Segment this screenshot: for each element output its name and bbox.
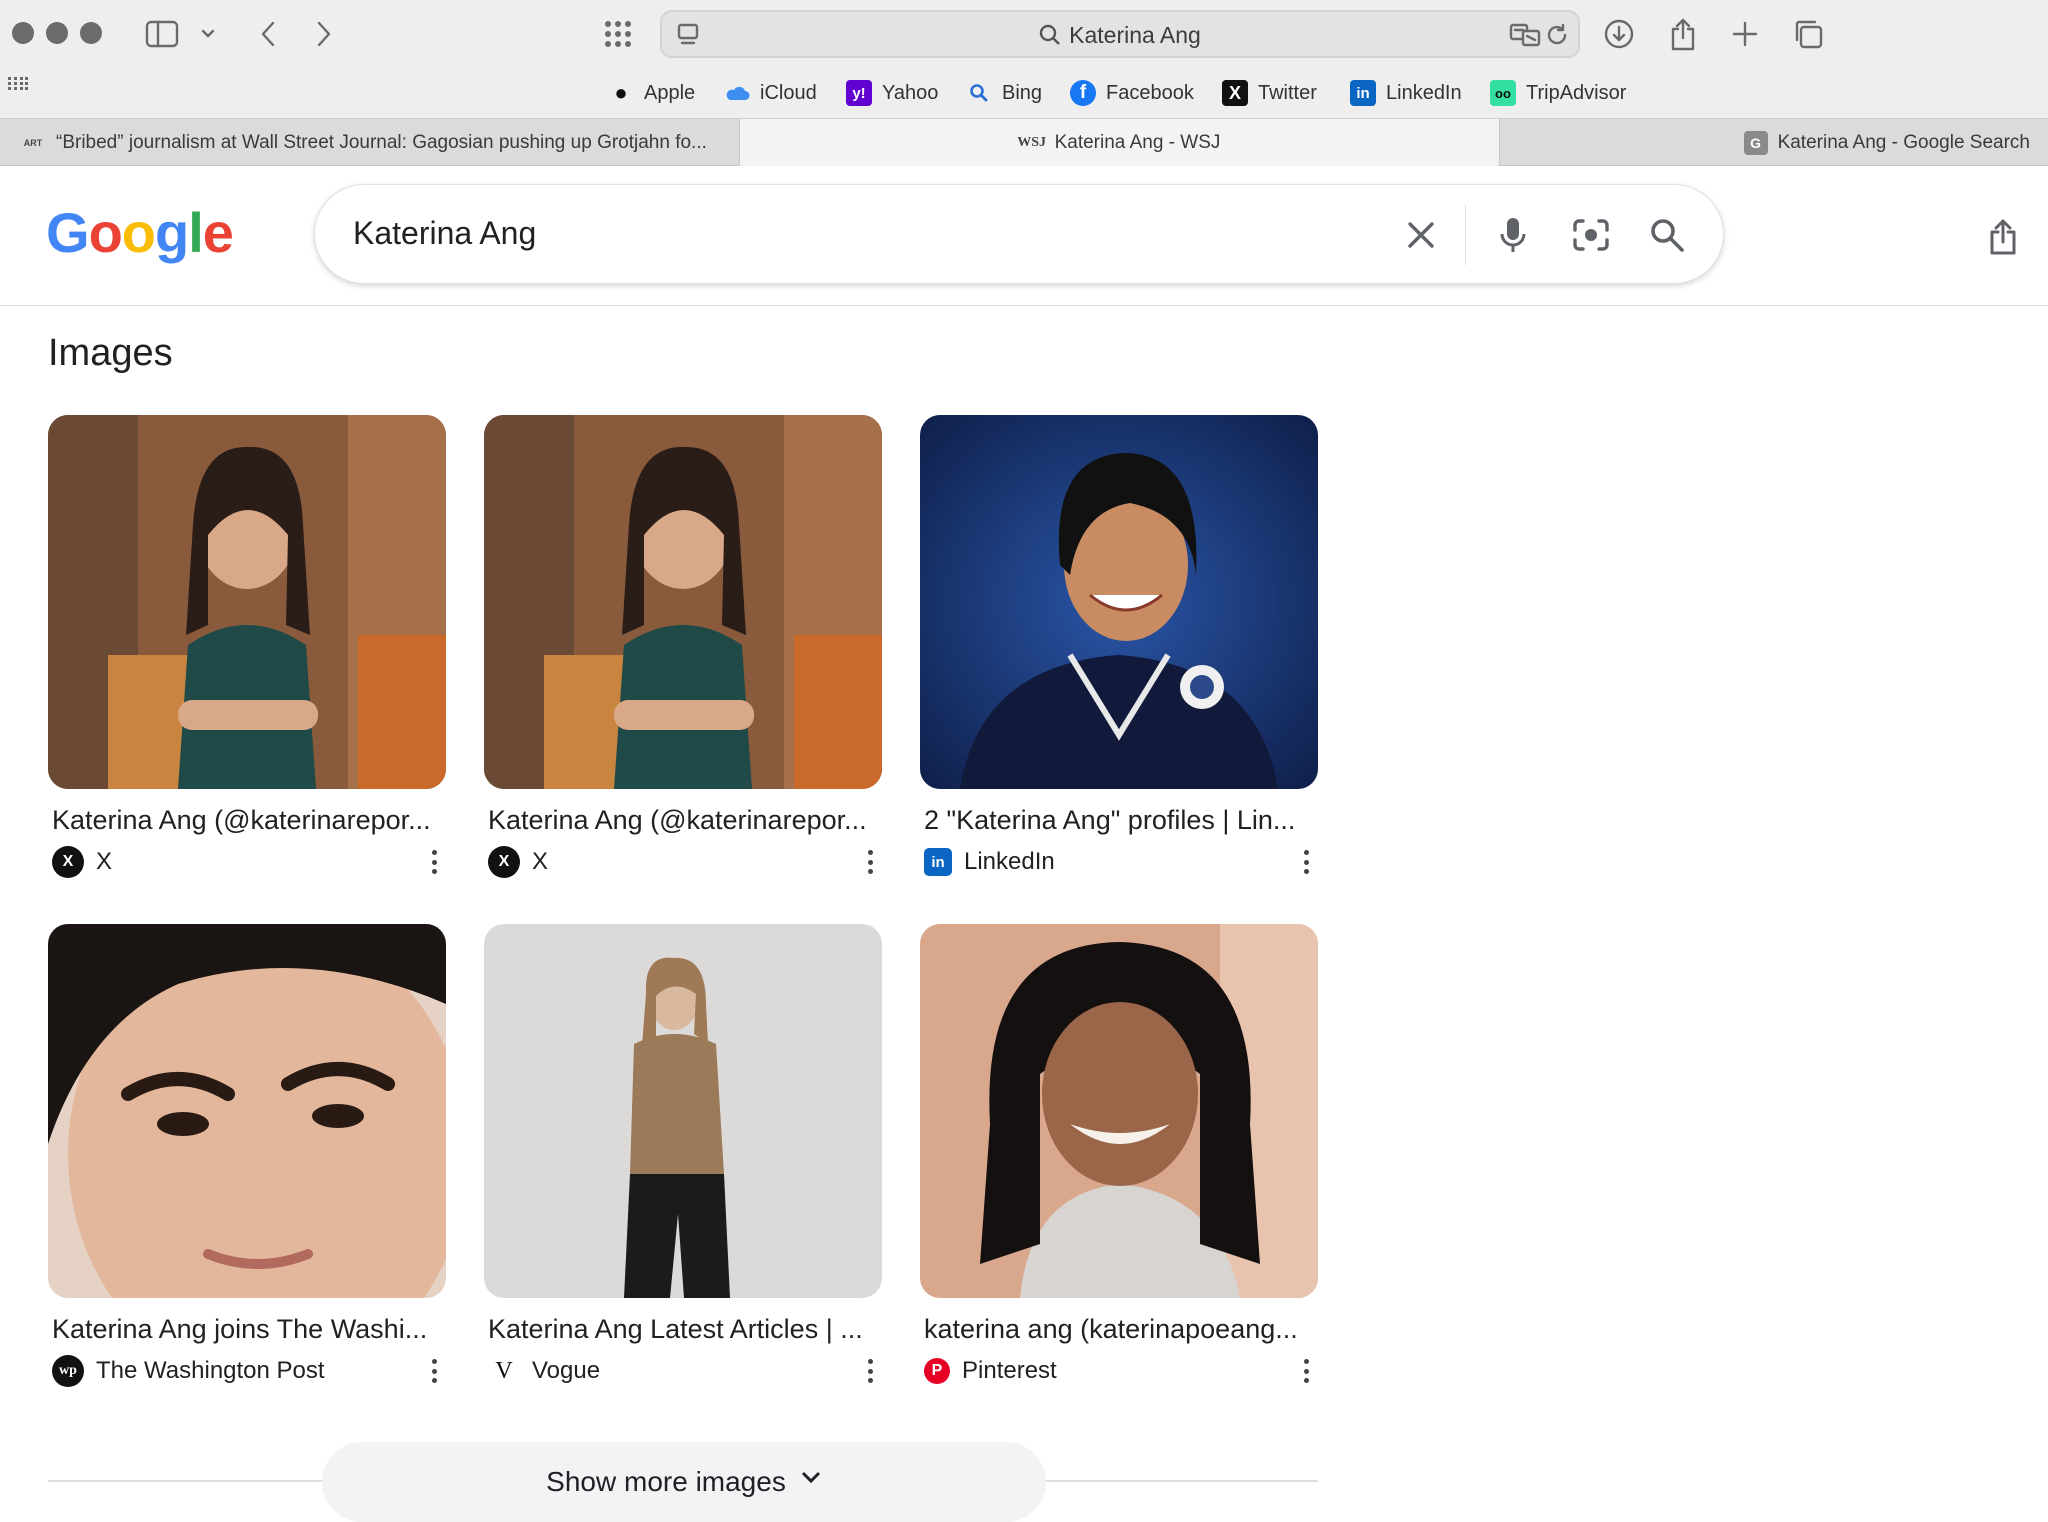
- image-result-card[interactable]: Katerina Ang joins The Washi... wp The W…: [48, 924, 446, 1387]
- more-options-icon[interactable]: [866, 850, 874, 874]
- bing-icon: [966, 80, 992, 106]
- more-options-icon[interactable]: [866, 1359, 874, 1383]
- facebook-icon: f: [1070, 80, 1096, 106]
- more-options-icon[interactable]: [430, 850, 438, 874]
- google-logo[interactable]: Google: [46, 200, 234, 265]
- tripadvisor-icon: oo: [1490, 80, 1516, 106]
- bookmark-yahoo[interactable]: y! Yahoo: [846, 79, 938, 107]
- zoom-window-button[interactable]: [80, 22, 102, 44]
- result-title[interactable]: Katerina Ang (@katerinarepor...: [48, 805, 442, 836]
- bookmark-linkedin[interactable]: in LinkedIn: [1350, 79, 1462, 107]
- washington-post-icon: wp: [52, 1355, 84, 1387]
- bookmark-icloud[interactable]: iCloud: [724, 79, 817, 107]
- sidebar-toggle-icon[interactable]: [142, 14, 182, 54]
- back-arrow-icon[interactable]: [250, 14, 286, 54]
- result-title[interactable]: Katerina Ang Latest Articles | ...: [484, 1314, 878, 1345]
- tab-google-search[interactable]: G Katerina Ang - Google Search: [1500, 119, 2048, 166]
- twitter-icon: X: [1222, 80, 1248, 106]
- search-box[interactable]: Katerina Ang: [314, 184, 1724, 284]
- result-source[interactable]: in LinkedIn: [920, 846, 1318, 878]
- x-icon: X: [52, 846, 84, 878]
- address-text: Katerina Ang: [662, 22, 1578, 49]
- clear-search-icon[interactable]: [1397, 211, 1445, 259]
- image-result-card[interactable]: Katerina Ang (@katerinarepor... X X: [48, 415, 446, 878]
- search-icon: [1039, 24, 1060, 45]
- search-input[interactable]: Katerina Ang: [353, 215, 536, 252]
- more-options-icon[interactable]: [1302, 850, 1310, 874]
- result-title[interactable]: katerina ang (katerinapoeang...: [920, 1314, 1314, 1345]
- favorites-bar: ● Apple iCloud y! Yahoo Bing f Facebook X Tw…: [0, 68, 2048, 118]
- logo-letter: e: [202, 201, 234, 264]
- bookmark-facebook[interactable]: f Facebook: [1070, 79, 1194, 107]
- image-result-card[interactable]: katerina ang (katerinapoeang... P Pinter…: [920, 924, 1318, 1387]
- microphone-icon[interactable]: [1489, 211, 1537, 259]
- google-favicon-icon: G: [1743, 130, 1768, 155]
- tab-favicon-icon: ART: [23, 137, 43, 148]
- tab-bar: ART “Bribed” journalism at Wall Street Jo…: [0, 118, 2048, 166]
- result-thumbnail[interactable]: [48, 924, 446, 1298]
- yahoo-icon: y!: [846, 80, 872, 106]
- reload-icon[interactable]: [1542, 15, 1572, 55]
- linkedin-icon: in: [1350, 80, 1376, 106]
- result-source[interactable]: wp The Washington Post: [48, 1355, 446, 1387]
- bookmark-twitter[interactable]: X Twitter: [1222, 79, 1317, 107]
- logo-letter: o: [121, 201, 156, 264]
- image-result-card[interactable]: Katerina Ang (@katerinarepor... X X: [484, 415, 882, 878]
- logo-letter: g: [155, 201, 189, 264]
- more-options-icon[interactable]: [430, 1359, 438, 1383]
- result-source[interactable]: P Pinterest: [920, 1355, 1318, 1387]
- result-source[interactable]: V Vogue: [484, 1355, 882, 1387]
- images-section-title: Images: [48, 332, 173, 374]
- result-source[interactable]: X X: [484, 846, 882, 878]
- google-header: Google Katerina Ang: [0, 166, 2048, 306]
- result-title[interactable]: Katerina Ang (@katerinarepor...: [484, 805, 878, 836]
- bookmark-tripadvisor[interactable]: oo TripAdvisor: [1490, 79, 1626, 107]
- logo-letter: o: [88, 201, 123, 264]
- camera-lens-icon[interactable]: [1567, 211, 1615, 259]
- download-icon[interactable]: [1598, 14, 1640, 54]
- more-options-icon[interactable]: [1302, 1359, 1310, 1383]
- result-thumbnail[interactable]: [484, 415, 882, 789]
- show-more-images-button[interactable]: Show more images: [322, 1442, 1046, 1522]
- new-tab-icon[interactable]: [1724, 14, 1766, 54]
- logo-letter: l: [188, 201, 204, 264]
- result-thumbnail[interactable]: [484, 924, 882, 1298]
- pinterest-icon: P: [924, 1358, 950, 1384]
- translate-icon[interactable]: [1508, 15, 1542, 55]
- icloud-icon: [724, 80, 750, 106]
- share-results-icon[interactable]: [1980, 214, 2026, 260]
- apple-icon: ●: [614, 80, 628, 105]
- image-result-card[interactable]: Katerina Ang Latest Articles | ... V Vog…: [484, 924, 882, 1387]
- logo-letter: G: [46, 201, 90, 264]
- minimize-window-button[interactable]: [46, 22, 68, 44]
- result-title[interactable]: 2 "Katerina Ang" profiles | Lin...: [920, 805, 1314, 836]
- close-window-button[interactable]: [12, 22, 34, 44]
- image-result-card[interactable]: 2 "Katerina Ang" profiles | Lin... in Li…: [920, 415, 1318, 878]
- forward-arrow-icon[interactable]: [306, 14, 342, 54]
- x-icon: X: [488, 846, 520, 878]
- vogue-icon: V: [488, 1355, 520, 1387]
- share-icon[interactable]: [1662, 14, 1704, 54]
- result-thumbnail[interactable]: [920, 415, 1318, 789]
- wsj-favicon-icon: WSJ: [1017, 134, 1046, 150]
- grid-apps-icon[interactable]: [598, 14, 638, 54]
- linkedin-icon: in: [924, 848, 952, 876]
- result-title[interactable]: Katerina Ang joins The Washi...: [48, 1314, 442, 1345]
- favorites-grid-icon[interactable]: [6, 72, 30, 96]
- tab-overview-icon[interactable]: [1786, 14, 1830, 54]
- chevron-down-icon: [801, 1471, 820, 1484]
- result-thumbnail[interactable]: [48, 415, 446, 789]
- bookmark-apple[interactable]: ● Apple: [608, 79, 695, 107]
- search-submit-icon[interactable]: [1643, 211, 1691, 259]
- address-bar[interactable]: Katerina Ang: [660, 10, 1580, 58]
- result-source[interactable]: X X: [48, 846, 446, 878]
- bookmark-bing[interactable]: Bing: [966, 79, 1042, 107]
- result-thumbnail[interactable]: [920, 924, 1318, 1298]
- chevron-down-icon[interactable]: [194, 14, 222, 54]
- tab-bribed-journalism[interactable]: ART “Bribed” journalism at Wall Street Jo…: [0, 119, 740, 166]
- tab-katerina-wsj[interactable]: WSJ Katerina Ang - WSJ: [740, 119, 1500, 166]
- browser-toolbar: Katerina Ang: [0, 0, 2048, 68]
- search-divider: [1465, 205, 1466, 265]
